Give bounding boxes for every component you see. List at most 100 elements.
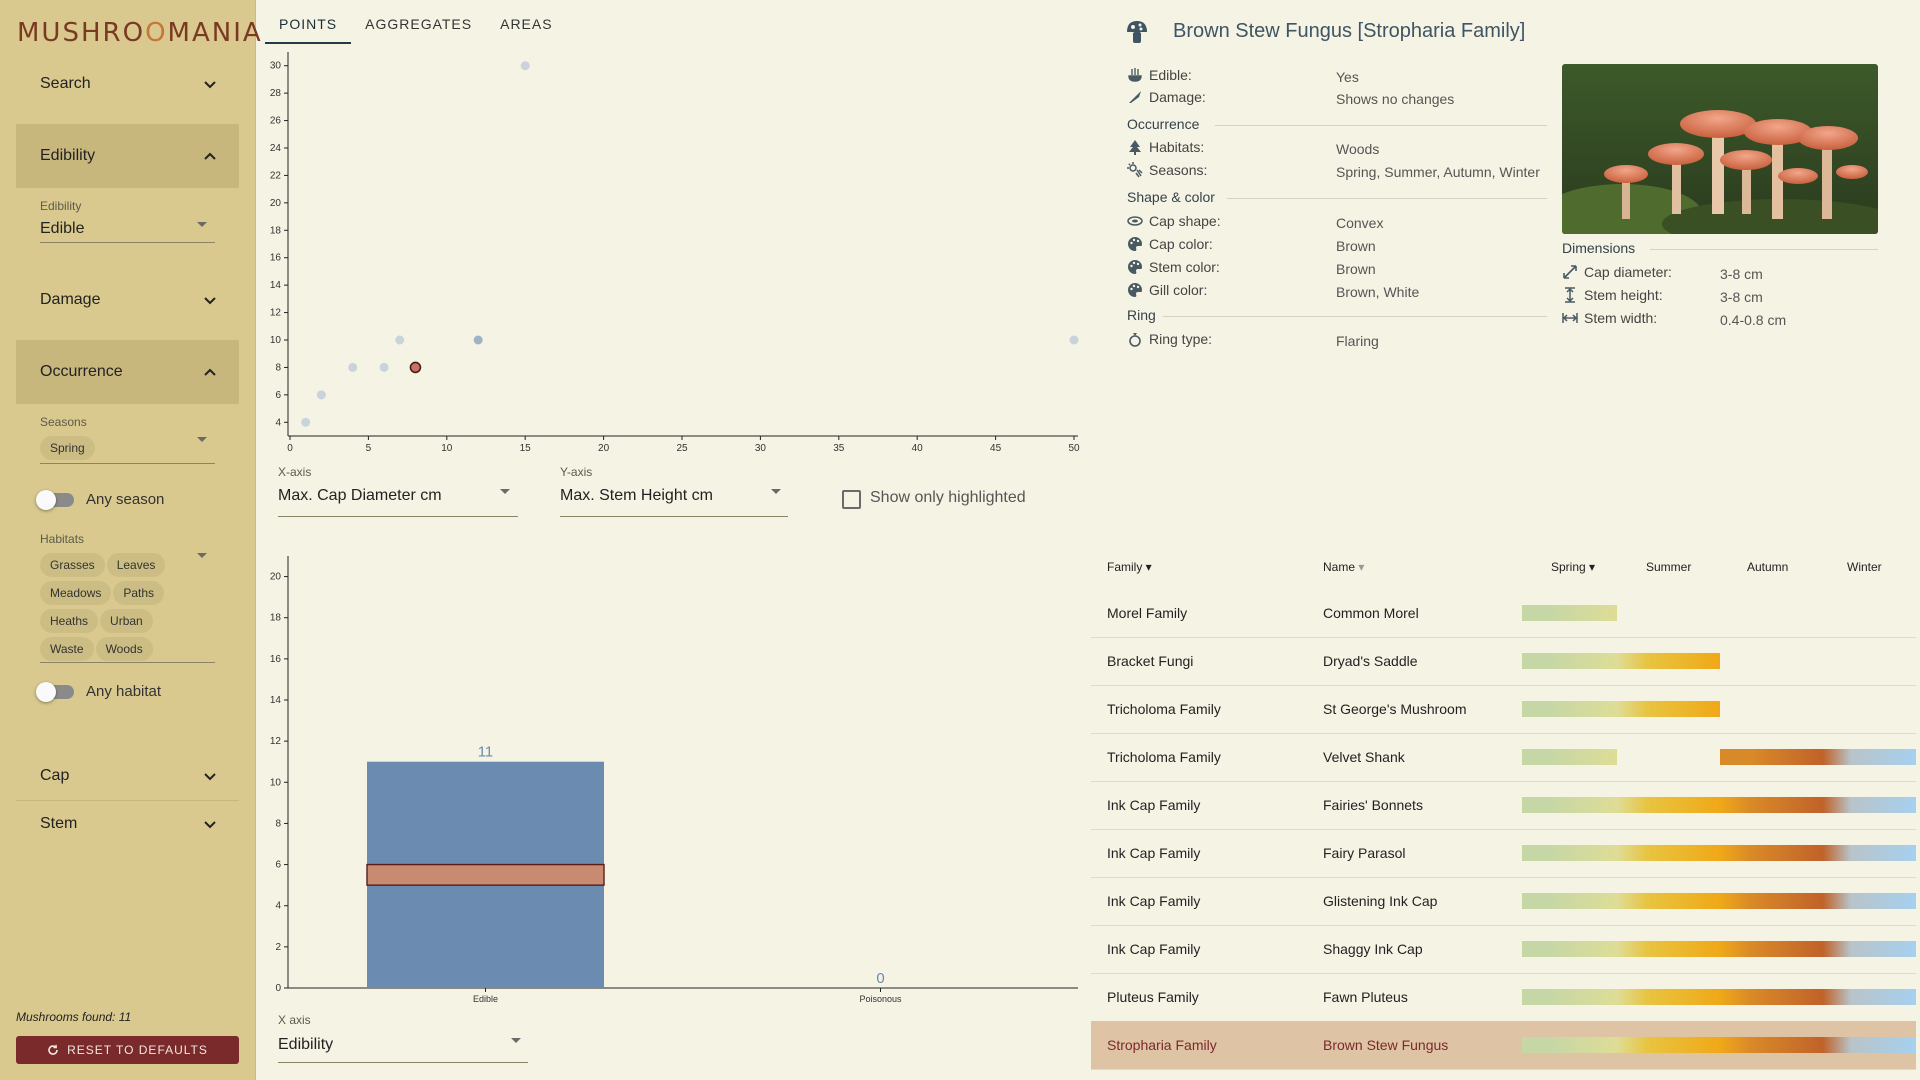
- reset-to-defaults-button[interactable]: RESET TO DEFAULTS: [16, 1036, 239, 1064]
- cell-name: St George's Mushroom: [1323, 701, 1467, 717]
- aggregate-x-axis-select[interactable]: [278, 1062, 528, 1063]
- dropdown-arrow-icon[interactable]: [197, 553, 207, 558]
- habitat-chip[interactable]: Paths: [113, 581, 165, 605]
- cell-family: Morel Family: [1107, 605, 1188, 621]
- detail-value: Brown: [1336, 238, 1376, 254]
- tree-icon: [1127, 139, 1143, 155]
- x-axis-select[interactable]: [278, 516, 518, 517]
- section-divider: [1215, 125, 1547, 126]
- season-bar-summer: [1617, 893, 1720, 909]
- accordion-occurrence[interactable]: Occurrence: [16, 340, 239, 404]
- column-header-name[interactable]: Name ▾: [1323, 545, 1364, 589]
- cell-name: Fairy Parasol: [1323, 845, 1406, 861]
- column-header-summer[interactable]: Summer: [1646, 545, 1691, 589]
- bar-value-label: 11: [478, 744, 494, 761]
- habitat-chip[interactable]: Meadows: [40, 581, 112, 605]
- section-title: Occurrence: [1127, 116, 1200, 132]
- knife-icon: [1127, 89, 1143, 105]
- cell-name: Dryad's Saddle: [1323, 653, 1418, 669]
- accordion-damage[interactable]: Damage: [16, 280, 239, 320]
- column-header-spring[interactable]: Spring ▾: [1551, 545, 1595, 589]
- season-bar-winter: [1823, 1037, 1916, 1053]
- season-bar-spring: [1522, 797, 1617, 813]
- y-tick-label: 18: [270, 225, 282, 236]
- y-axis-select[interactable]: [560, 516, 788, 517]
- y-tick-label: 22: [270, 170, 282, 181]
- y-tick-label: 20: [270, 198, 282, 209]
- season-bar-summer: [1617, 845, 1720, 861]
- accordion-search[interactable]: Search: [16, 64, 239, 104]
- edibility-select-value[interactable]: Edible: [40, 220, 84, 238]
- habitat-chip[interactable]: Waste: [40, 637, 94, 661]
- accordion-stem-label: Stem: [40, 815, 78, 832]
- detail-value: Flaring: [1336, 333, 1379, 349]
- detail-row: Habitats:: [1127, 139, 1204, 155]
- habitat-chip[interactable]: Heaths: [40, 609, 99, 633]
- detail-value: Yes: [1336, 69, 1359, 85]
- dropdown-arrow-icon[interactable]: [771, 489, 781, 494]
- detail-label: Ring type:: [1149, 331, 1213, 347]
- season-bar-winter: [1823, 941, 1916, 957]
- table-row[interactable]: Pluteus Family Fawn Pluteus: [1091, 973, 1916, 1022]
- dropdown-arrow-icon[interactable]: [197, 437, 207, 442]
- show-only-highlighted-label: Show only highlighted: [870, 489, 1026, 506]
- x-axis-select-value[interactable]: Max. Cap Diameter cm: [278, 487, 442, 505]
- x-tick-label: 50: [1068, 443, 1080, 454]
- detail-label: Edible:: [1149, 67, 1192, 83]
- season-bar-summer: [1617, 989, 1720, 1005]
- column-header-winter[interactable]: Winter: [1847, 545, 1882, 589]
- cell-family: Stropharia Family: [1107, 1037, 1217, 1053]
- dropdown-arrow-icon[interactable]: [511, 1038, 521, 1043]
- table-row[interactable]: Ink Cap Family Fairies' Bonnets: [1091, 781, 1916, 830]
- divider: [16, 800, 239, 801]
- accordion-cap[interactable]: Cap: [16, 756, 239, 796]
- chart-tabs: POINTS AGGREGATES AREAS: [265, 0, 567, 44]
- habitat-chip[interactable]: Woods: [95, 637, 153, 661]
- accordion-search-label: Search: [40, 75, 91, 92]
- any-season-toggle[interactable]: [36, 490, 74, 510]
- column-header-autumn[interactable]: Autumn: [1747, 545, 1788, 589]
- x-tick-label: 40: [912, 443, 924, 454]
- seasons-select[interactable]: [40, 463, 215, 464]
- accordion-edibility[interactable]: Edibility: [16, 124, 239, 188]
- season-chip[interactable]: Spring: [40, 436, 95, 460]
- aggregate-x-axis-value[interactable]: Edibility: [278, 1036, 333, 1054]
- habitat-chip[interactable]: Grasses: [40, 553, 105, 577]
- show-only-highlighted-checkbox[interactable]: [842, 490, 861, 509]
- habitat-chip[interactable]: Leaves: [106, 553, 166, 577]
- detail-label: Cap shape:: [1149, 213, 1221, 229]
- season-bar-winter: [1823, 845, 1916, 861]
- table-row[interactable]: Tricholoma Family Velvet Shank: [1091, 733, 1916, 782]
- dropdown-arrow-icon[interactable]: [197, 222, 207, 227]
- dropdown-arrow-icon[interactable]: [500, 489, 510, 494]
- edibility-select[interactable]: [40, 242, 215, 243]
- tab-aggregates[interactable]: AGGREGATES: [351, 0, 486, 42]
- table-row[interactable]: Stropharia Family Brown Stew Fungus: [1091, 1021, 1916, 1070]
- chevron-down-icon: [204, 773, 216, 781]
- detail-label: Habitats:: [1149, 139, 1205, 155]
- any-habitat-toggle[interactable]: [36, 682, 74, 702]
- table-row[interactable]: Ink Cap Family Shaggy Ink Cap: [1091, 925, 1916, 974]
- cell-name: Fawn Pluteus: [1323, 989, 1408, 1005]
- detail-row: Cap shape:: [1127, 213, 1221, 229]
- season-bar-autumn: [1720, 797, 1823, 813]
- table-row[interactable]: Bracket Fungi Dryad's Saddle: [1091, 637, 1916, 686]
- detail-value: Brown: [1336, 261, 1376, 277]
- scatter-point: [520, 61, 530, 71]
- scatter-chart: 4 6 8 10 12 14 16 18 20 22 24 26 28 30 0 5 10 15 20 25 30 35 4…: [270, 52, 1080, 454]
- section-divider: [1163, 316, 1547, 317]
- tab-areas[interactable]: AREAS: [486, 0, 566, 42]
- y-axis-select-value[interactable]: Max. Stem Height cm: [560, 487, 713, 505]
- table-row[interactable]: Ink Cap Family Glistening Ink Cap: [1091, 877, 1916, 926]
- table-row[interactable]: Tricholoma Family St George's Mushroom: [1091, 685, 1916, 734]
- table-row[interactable]: Ink Cap Family Fairy Parasol: [1091, 829, 1916, 878]
- habitat-chip[interactable]: Urban: [100, 609, 153, 633]
- column-header-family[interactable]: Family ▾: [1107, 545, 1152, 589]
- habitats-select[interactable]: [40, 662, 215, 663]
- table-row[interactable]: Morel Family Common Morel: [1091, 589, 1916, 638]
- accordion-stem[interactable]: Stem: [16, 804, 239, 844]
- detail-row: Stem height:: [1562, 287, 1663, 303]
- tab-points[interactable]: POINTS: [265, 0, 352, 44]
- scatter-point: [1069, 335, 1079, 345]
- scatter-point: [473, 335, 483, 345]
